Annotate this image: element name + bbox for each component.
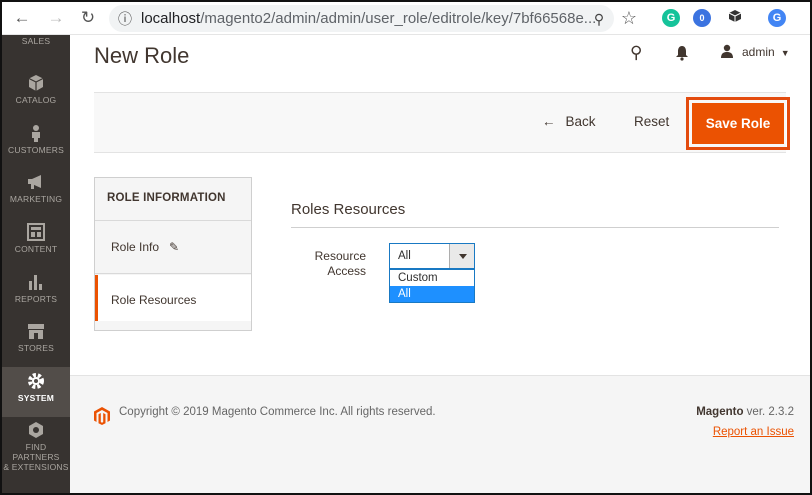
bookmark-star-icon[interactable]: ☆ bbox=[619, 8, 639, 28]
main-content: New Role ⚲ admin ▼ ← Back Reset Save Role … bbox=[70, 35, 810, 493]
store-icon bbox=[28, 324, 44, 339]
sidebar-item-marketing[interactable]: MARKETING bbox=[2, 168, 70, 218]
grammarly-icon[interactable]: G bbox=[662, 9, 680, 27]
sidebar-item-label-2: & EXTENSIONS bbox=[3, 462, 69, 472]
sidebar-item-content[interactable]: CONTENT bbox=[2, 218, 70, 268]
sidebar-item-partners[interactable]: FIND PARTNERS & EXTENSIONS bbox=[2, 416, 70, 476]
caret-down-icon: ▼ bbox=[780, 48, 790, 58]
sidebar-item-customers[interactable]: CUSTOMERS bbox=[2, 119, 70, 169]
sidebar-item-label: SYSTEM bbox=[17, 393, 55, 403]
tabs-title: ROLE INFORMATION bbox=[95, 178, 251, 221]
profile-avatar[interactable]: G bbox=[768, 9, 786, 27]
resource-access-options: Custom All bbox=[389, 269, 475, 303]
option-custom[interactable]: Custom bbox=[390, 270, 474, 286]
select-value: All bbox=[398, 250, 411, 262]
option-all[interactable]: All bbox=[390, 286, 474, 302]
sidebar-item-label: CUSTOMERS bbox=[8, 145, 64, 155]
megaphone-icon bbox=[28, 175, 41, 189]
sidebar-item-sales[interactable]: SALES bbox=[2, 26, 70, 50]
bell-icon[interactable] bbox=[674, 45, 690, 61]
magento-logo bbox=[94, 407, 110, 425]
page-title: New Role bbox=[94, 43, 190, 68]
gear-icon bbox=[28, 373, 44, 389]
sidebar-item-label: FIND PARTNERS bbox=[12, 442, 60, 462]
section-title: Roles Resources bbox=[291, 201, 406, 218]
user-menu[interactable]: admin ▼ bbox=[720, 44, 790, 59]
cube-extension-icon[interactable] bbox=[726, 9, 744, 27]
save-role-button[interactable]: Save Role bbox=[692, 103, 784, 144]
sidebar-item-system[interactable]: SYSTEM bbox=[2, 367, 70, 417]
save-button-highlight: Save Role bbox=[686, 97, 790, 150]
person-icon bbox=[32, 125, 40, 142]
back-arrow-icon[interactable]: ← bbox=[12, 8, 32, 28]
version-number: ver. 2.3.2 bbox=[743, 406, 794, 418]
role-tabs: ROLE INFORMATION Role Info ✎ Role Resourc… bbox=[94, 177, 252, 331]
copyright-text: Copyright © 2019 Magento Commerce Inc. A… bbox=[119, 406, 436, 418]
extension-badge-icon[interactable]: 0 bbox=[693, 9, 711, 27]
tab-role-info[interactable]: Role Info ✎ bbox=[95, 222, 251, 274]
extensions-icon bbox=[29, 422, 43, 438]
resource-access-select[interactable]: All bbox=[389, 243, 475, 269]
sidebar-item-label: MARKETING bbox=[9, 194, 63, 204]
report-issue-link[interactable]: Report an Issue bbox=[713, 426, 794, 438]
page-actions-bar: ← Back Reset Save Role bbox=[94, 92, 790, 153]
reload-icon[interactable]: ↻ bbox=[78, 8, 98, 28]
sidebar-item-reports[interactable]: REPORTS bbox=[2, 268, 70, 318]
bar-chart-icon bbox=[29, 275, 42, 290]
section-divider bbox=[291, 227, 779, 228]
resource-access-label: Resource Access bbox=[298, 249, 366, 279]
reset-button[interactable]: Reset bbox=[634, 114, 669, 129]
user-name: admin bbox=[742, 45, 775, 59]
sidebar-item-label: SALES bbox=[21, 36, 51, 46]
sidebar-item-stores[interactable]: STORES bbox=[2, 317, 70, 367]
tab-label: Role Info bbox=[111, 240, 160, 254]
version-text: Magento ver. 2.3.2 bbox=[696, 406, 794, 418]
arrow-left-icon: ← bbox=[542, 114, 556, 129]
zoom-icon[interactable]: ⚲ bbox=[589, 9, 609, 29]
admin-sidebar: SALES CATALOG CUSTOMERS MARKETING CONTEN… bbox=[2, 35, 70, 493]
address-bar[interactable]: ⓘ localhost/magento2/admin/admin/user_ro… bbox=[109, 5, 614, 32]
chevron-down-icon[interactable] bbox=[449, 244, 474, 268]
sidebar-item-label: CATALOG bbox=[15, 95, 57, 105]
forward-arrow-icon[interactable]: → bbox=[46, 8, 66, 28]
sidebar-item-catalog[interactable]: CATALOG bbox=[2, 69, 70, 119]
info-icon[interactable]: ⓘ bbox=[115, 9, 135, 29]
sidebar-item-label: STORES bbox=[18, 343, 54, 353]
sidebar-item-label: CONTENT bbox=[14, 244, 58, 254]
url-host: localhost bbox=[141, 10, 201, 27]
box-icon bbox=[28, 75, 44, 91]
tab-role-resources[interactable]: Role Resources bbox=[95, 275, 251, 321]
back-button[interactable]: ← Back bbox=[542, 114, 596, 129]
brand-name: Magento bbox=[696, 406, 744, 418]
back-button-label: Back bbox=[565, 114, 596, 129]
browser-toolbar: ← → ↻ ⓘ localhost/magento2/admin/admin/u… bbox=[2, 2, 810, 35]
layout-icon bbox=[27, 223, 45, 241]
screenshot-frame: ← → ↻ ⓘ localhost/magento2/admin/admin/u… bbox=[0, 0, 812, 495]
pencil-icon: ✎ bbox=[169, 240, 180, 254]
search-icon[interactable]: ⚲ bbox=[630, 43, 642, 63]
sidebar-item-label: REPORTS bbox=[14, 294, 58, 304]
url-text[interactable]: localhost/magento2/admin/admin/user_role… bbox=[141, 10, 596, 27]
page-footer: Copyright © 2019 Magento Commerce Inc. A… bbox=[70, 375, 810, 493]
label-line-1: Resource bbox=[314, 249, 366, 263]
url-path: /magento2/admin/admin/user_role/editrole… bbox=[200, 10, 597, 27]
user-icon bbox=[721, 44, 733, 58]
tab-label: Role Resources bbox=[111, 293, 197, 307]
label-line-2: Access bbox=[327, 264, 366, 278]
